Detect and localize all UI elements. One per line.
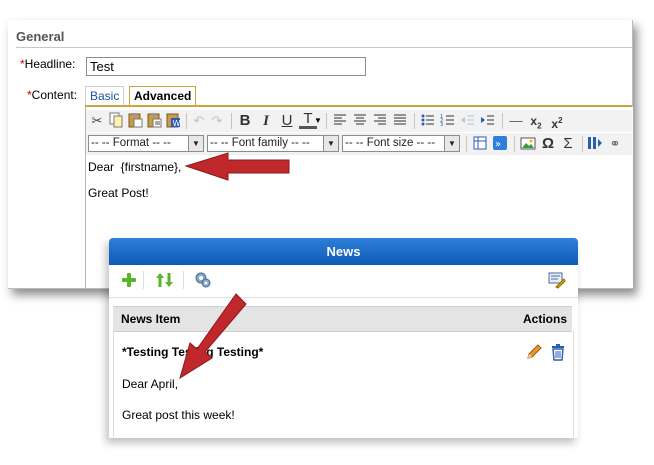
arrow-to-firstname	[184, 152, 290, 181]
annotation-arrows	[179, 152, 290, 380]
arrow-to-dear-april	[179, 293, 247, 380]
